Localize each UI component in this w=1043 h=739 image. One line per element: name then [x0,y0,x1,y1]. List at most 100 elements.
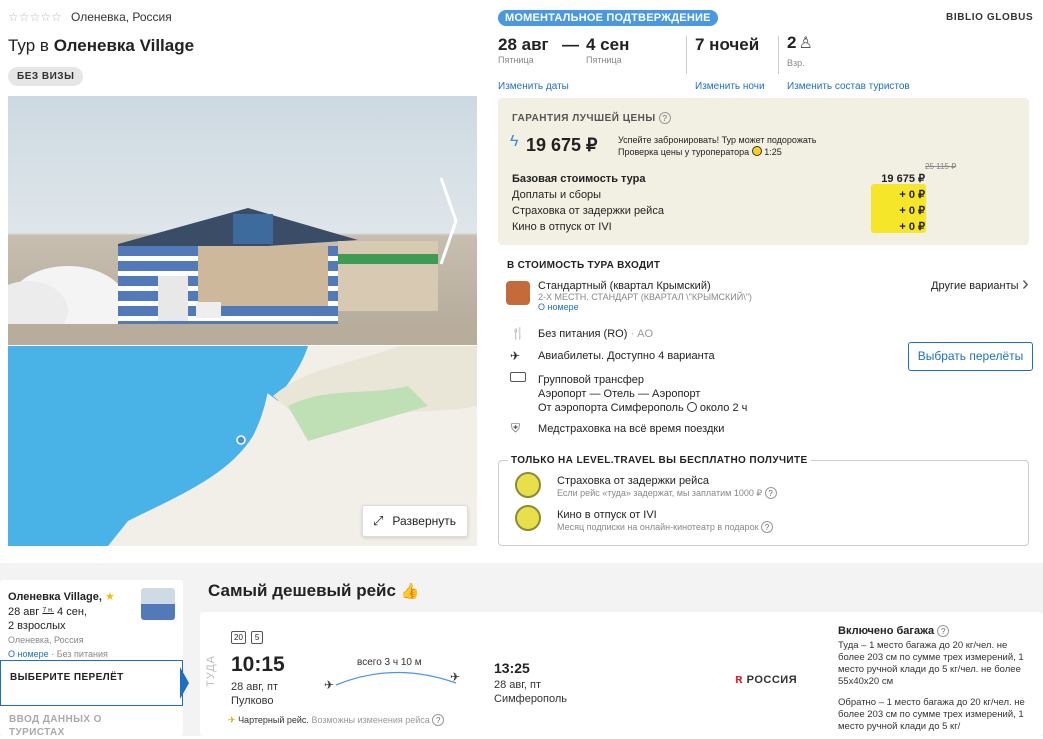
charter-notice: ✈ Чартерный рейс. Возможны изменения рей… [228,714,445,726]
hotel-name: Оленевка Village [53,36,195,55]
thumb-up-icon: 👍 [400,583,420,600]
meal-code: · AO [630,328,654,340]
lightning-icon: ϟ [510,133,519,150]
date-from-value: 28 авг [498,35,549,54]
bonus-item1-sub: Если рейс «туда» задержат, мы заплатим 1… [557,488,763,498]
bonus-heading: ТОЛЬКО НА LEVEL.TRAVEL ВЫ БЕСПЛАТНО ПОЛУ… [508,455,811,466]
bonus-item-cinema: Кино в отпуск от IVI Месяц подписки на о… [557,509,774,533]
star-icon: ★ [104,591,115,603]
baggage-icons: 20 5 [231,631,264,644]
summary-location: Оленевка, Россия [8,635,84,645]
person-icon: ♙ [798,35,813,52]
hotel-location: Оленевка, Россия [71,10,172,24]
change-dates-link[interactable]: Изменить даты [498,81,569,92]
meal-icon: 🍴 [511,328,525,340]
nights-value: 7 ночей [695,35,760,54]
help-icon[interactable]: ? [658,112,671,124]
transfer-title: Групповой трансфер [538,374,645,386]
cheapest-flight-heading: Самый дешевый рейс 👍 [208,581,419,601]
tourists-count: 2 [787,33,797,52]
baggage-to: Туда – 1 место багажа до 20 кг/чел. не б… [838,640,1024,687]
date-to: 4 сен Пятница [586,35,629,65]
price-row-value: + 0 ₽ [899,189,925,201]
plane-icon: ✈ [510,349,521,363]
price-row-value: + 0 ₽ [899,221,925,233]
title-prefix: Тур в [8,36,49,55]
room-details-link[interactable]: О номере [538,302,752,312]
price-row-label: Базовая стоимость тура [512,173,646,185]
tourists: 2 ♙ [787,33,813,53]
warning-timer: 1:25 [764,147,782,157]
chevron-right-icon[interactable]: › [1022,273,1029,296]
summary-date-from: 28 авг [8,606,40,618]
tourists-label: Взр. [787,58,805,68]
hotel-photo[interactable] [8,96,477,345]
laurel-insurance-icon [515,472,541,498]
insurance-text: Медстраховка на всё время поездки [538,423,725,435]
hand-luggage-icon: 5 [250,631,264,644]
flight-route-arc: ✈ ✈ [324,670,460,692]
bonus-item-title: Страховка от задержки рейса [557,475,709,487]
bus-icon [510,372,526,382]
change-tourists-link[interactable]: Изменить состав туристов [787,81,910,92]
room-thumbnail [506,281,530,305]
charter-text: Чартерный рейс. [238,715,309,725]
flights-text: Авиабилеты. Доступно 4 варианта [538,350,715,362]
date-dash: — [562,35,579,54]
transfer-info: Групповой трансфер Аэропорт — Отель — Аэ… [538,373,747,415]
help-icon[interactable]: ? [761,521,774,533]
divider [686,36,687,74]
transfer-route: Аэропорт — Отель — Аэропорт [538,388,701,400]
summary-hotel-line: Оленевка Village, ★ [8,590,138,604]
transfer-time: около 2 ч [699,402,748,414]
airline-name: РОССИЯ [746,674,798,686]
transfer-from-line: От аэропорта Симферополь около 2 ч [538,401,747,415]
summary-room-link[interactable]: О номере [8,649,49,659]
hotel-stars: ☆☆☆☆☆ [8,10,62,24]
price-row-label: Страховка от задержки рейса [512,205,664,217]
meal-text: Без питания (RO) [538,328,628,340]
clock-icon [686,402,697,412]
instant-confirmation-badge: МОМЕНТАЛЬНОЕ ПОДТВЕРЖДЕНИЕ [498,10,718,26]
arrival-date: 28 авг, пт [494,679,542,691]
landing-icon: ✈ [450,670,460,684]
included-heading: В СТОИМОСТЬ ТУРА ВХОДИТ [507,260,661,271]
airline-logo-icon: ʀ [735,671,744,686]
takeoff-icon: ✈ [324,678,334,692]
arrival-airport: Симферополь [494,693,568,705]
hotel-photo-art [8,177,477,345]
summary-info: Оленевка Village, ★ 28 авг 7 н. 4 сен, 2… [8,590,138,661]
step-tourist-data[interactable]: ВВОД ДАННЫХ О ТУРИСТАХ [9,713,109,739]
expand-icon: ⤢ [373,513,384,528]
summary-hotel: Оленевка Village, [8,591,102,603]
warning-line1: Успейте забронировать! Тур может подорож… [618,135,817,145]
step-choose-flight[interactable]: ВЫБЕРИТЕ ПЕРЕЛЁТ [0,660,183,706]
transfer-from: От аэропорта Симферополь [538,402,684,414]
departure-info: 28 авг, пт Пулково [231,680,278,708]
summary-meal: · Без питания [51,649,108,659]
bonus-item-subtitle: Месяц подписки на онлайн-кинотеатр в под… [557,521,774,533]
price-row-label: Доплаты и сборы [512,189,602,201]
charter-note: Возможны изменения рейса [311,715,430,725]
help-icon[interactable]: ? [764,487,777,499]
date-to-value: 4 сен [586,35,630,54]
baggage-title-text: Включено багажа [838,625,935,637]
date-to-day: Пятница [586,55,622,65]
departure-date: 28 авг, пт [231,681,279,693]
change-nights-link[interactable]: Изменить ночи [695,81,765,92]
price-warning: Успейте забронировать! Тур может подорож… [618,134,816,158]
expand-map-button[interactable]: ⤢ Развернуть [362,505,468,537]
help-icon[interactable]: ? [937,625,950,637]
baggage-back: Обратно – 1 место багажа до 20 кг/чел. н… [838,697,1025,732]
summary-hotel-thumbnail [141,588,175,620]
help-icon[interactable]: ? [432,714,445,726]
direction-label: ТУДА [205,655,217,687]
warning-check: Проверка цены у туроператора [618,147,750,157]
other-variants-link[interactable]: Другие варианты [931,280,1019,292]
choose-flights-button[interactable]: Выбрать перелёты [908,342,1033,371]
total-price: 19 675 ₽ [526,135,598,155]
shield-icon: ⛨ [511,421,521,435]
bonus-box [498,460,1029,546]
meal-line: Без питания (RO) · AO [538,328,653,340]
tour-operator: BIBLIO GLOBUS [946,12,1034,23]
